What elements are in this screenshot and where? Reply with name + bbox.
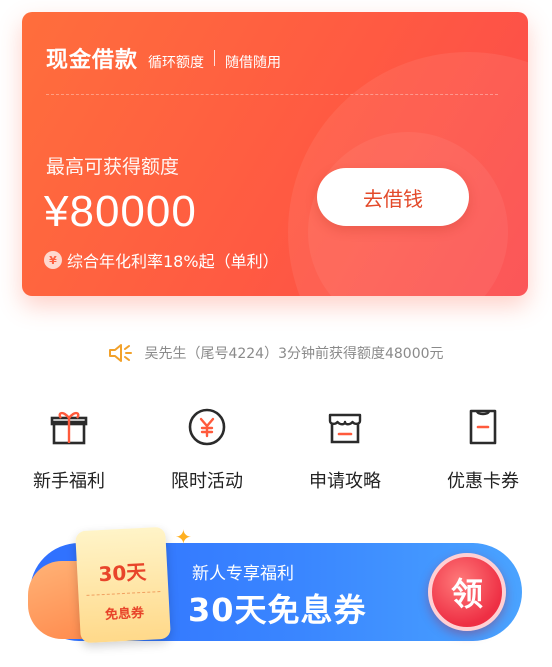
card-tag-revolving: 循环额度 xyxy=(148,55,205,71)
ticket-label: 免息券 xyxy=(104,605,145,623)
sparkle-icon: ✦ xyxy=(175,525,192,549)
borrow-button[interactable]: 去借钱 xyxy=(317,168,469,226)
banner-subtitle: 新人专享福利 xyxy=(192,564,294,584)
max-limit-amount: ¥80000 xyxy=(44,187,197,236)
yen-badge-icon: ¥ xyxy=(44,251,62,269)
new-user-coupon-banner[interactable]: 30天 免息券 ✦ 新人专享福利 30天免息券 领 xyxy=(28,525,522,644)
ticket-days: 30天 xyxy=(97,559,147,587)
notice-text: 吴先生（尾号4224）3分钟前获得额度48000元 xyxy=(144,346,444,362)
cash-loan-card: 现金借款 循环额度 随借随用 最高可获得额度 ¥80000 ¥ 综合年化利率18… xyxy=(22,12,528,296)
menu-item-coupons[interactable]: 优惠卡券 xyxy=(414,405,552,493)
menu-label: 限时活动 xyxy=(171,471,243,492)
menu-item-application-guide[interactable]: 申请攻略 xyxy=(276,405,414,493)
interest-rate: ¥ 综合年化利率18%起（单利） xyxy=(44,248,279,272)
card-header: 现金借款 循环额度 随借随用 xyxy=(46,42,281,74)
yen-coin-icon xyxy=(185,405,229,449)
menu-label: 新手福利 xyxy=(33,471,105,492)
menu-item-limited-events[interactable]: 限时活动 xyxy=(138,405,276,493)
menu-label: 申请攻略 xyxy=(309,471,381,492)
menu-item-newbie-benefits[interactable]: 新手福利 xyxy=(0,405,138,493)
coupon-icon xyxy=(461,405,505,449)
ticket-divider xyxy=(86,591,161,596)
coupon-ticket-illustration: 30天 免息券 xyxy=(75,526,171,644)
gift-icon xyxy=(47,405,91,449)
speaker-icon xyxy=(109,344,133,362)
tag-separator xyxy=(214,50,216,66)
quick-menu: 新手福利 限时活动 申请攻略 优惠卡券 xyxy=(0,405,552,493)
claim-button[interactable]: 领 xyxy=(428,553,506,631)
card-tag-flexible: 随借随用 xyxy=(225,55,282,71)
interest-rate-text: 综合年化利率18%起（单利） xyxy=(67,252,279,271)
card-divider xyxy=(46,94,498,95)
banner-title: 30天免息券 xyxy=(188,591,367,629)
store-icon xyxy=(323,405,367,449)
menu-label: 优惠卡券 xyxy=(447,471,519,492)
card-title: 现金借款 xyxy=(46,48,139,73)
max-limit-label: 最高可获得额度 xyxy=(46,156,180,178)
loan-notice: 吴先生（尾号4224）3分钟前获得额度48000元 xyxy=(0,342,552,364)
